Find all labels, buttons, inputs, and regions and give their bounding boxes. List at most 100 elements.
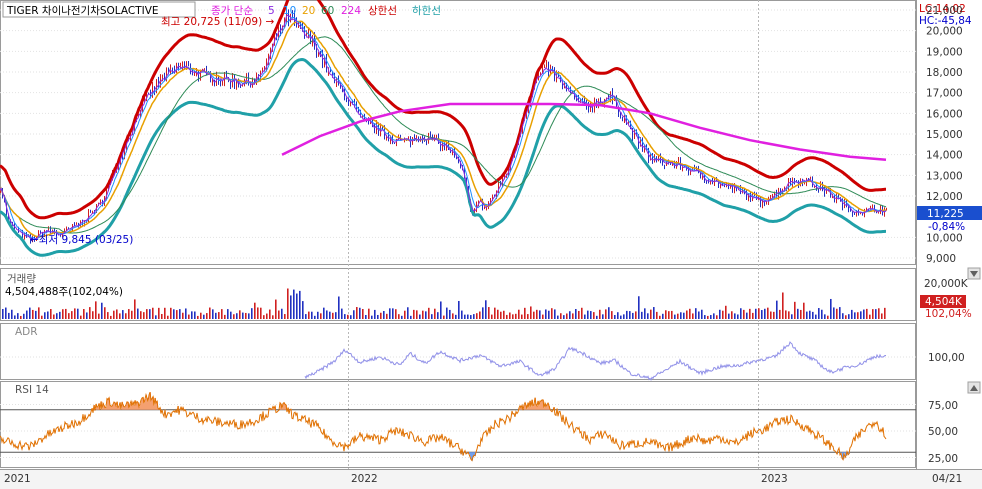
- volume-bar: [257, 307, 259, 319]
- volume-bar: [668, 311, 670, 319]
- volume-bar: [686, 310, 688, 319]
- volume-bar: [467, 314, 469, 319]
- volume-bar: [806, 311, 808, 319]
- price-tick-label: 15,000: [926, 129, 963, 141]
- volume-bar: [56, 313, 58, 319]
- volume-bar: [674, 314, 676, 319]
- volume-bar: [215, 312, 217, 319]
- volume-bar: [632, 312, 634, 319]
- volume-bar: [167, 315, 169, 319]
- volume-bar: [260, 307, 262, 319]
- volume-bar: [821, 309, 823, 319]
- volume-bar: [713, 313, 715, 319]
- price-tick-label: 14,000: [926, 150, 963, 162]
- volume-bar: [671, 310, 673, 319]
- volume-bar: [152, 307, 154, 319]
- stock-chart[interactable]: TIGER 차이나전기차SOLACTIVE 종가 단순 5 10 20 60 2…: [0, 0, 982, 489]
- volume-bar: [68, 313, 70, 319]
- volume-bar: [149, 309, 151, 319]
- volume-bar: [5, 307, 7, 319]
- volume-bar: [884, 307, 886, 319]
- volume-bar: [332, 312, 334, 319]
- volume-bar: [95, 301, 97, 319]
- volume-bar: [329, 311, 331, 319]
- volume-bar: [563, 315, 565, 319]
- lower-band-legend: 하한선: [412, 4, 441, 17]
- volume-bar: [779, 309, 781, 319]
- volume-bar: [782, 292, 784, 319]
- volume-bar: [212, 309, 214, 319]
- volume-bar: [731, 311, 733, 319]
- volume-bar: [728, 313, 730, 319]
- volume-bar: [104, 307, 106, 319]
- volume-bar: [542, 314, 544, 319]
- rsi-oversold-fill: [471, 452, 472, 460]
- volume-bar: [206, 313, 208, 319]
- volume-bar: [809, 310, 811, 319]
- volume-bar: [116, 309, 118, 319]
- x-axis-area: [0, 469, 982, 489]
- volume-bar: [107, 312, 109, 319]
- volume-bar: [491, 314, 493, 319]
- volume-bar: [164, 307, 166, 319]
- volume-bar: [299, 290, 301, 319]
- rsi-overbought-fill: [533, 405, 534, 410]
- volume-value-text: 4,504,488주(102,04%): [5, 286, 123, 298]
- current-price-value: 11,225: [927, 208, 964, 220]
- volume-bar: [650, 309, 652, 319]
- volume-bar: [509, 312, 511, 319]
- volume-bar: [611, 311, 613, 319]
- volume-bar: [407, 307, 409, 319]
- volume-bar: [827, 315, 829, 319]
- volume-bar: [380, 312, 382, 319]
- volume-bar: [371, 315, 373, 319]
- volume-bar: [158, 307, 160, 319]
- volume-bar: [521, 314, 523, 319]
- volume-bar: [629, 311, 631, 319]
- volume-current-pct: 102,04%: [925, 308, 972, 320]
- volume-bar: [665, 310, 667, 319]
- volume-bar: [74, 308, 76, 319]
- volume-bar: [692, 313, 694, 319]
- volume-bar: [578, 310, 580, 319]
- volume-bar: [854, 312, 856, 319]
- volume-bar: [128, 309, 130, 319]
- volume-bar: [245, 312, 247, 319]
- price-tick-label: 19,000: [926, 46, 963, 58]
- rsi-overbought-fill: [108, 399, 109, 410]
- volume-bar: [536, 309, 538, 319]
- volume-bar: [608, 307, 610, 319]
- price-tick-label: 18,000: [926, 67, 963, 79]
- volume-bar: [734, 313, 736, 319]
- volume-bar: [503, 310, 505, 319]
- volume-bar: [419, 314, 421, 319]
- volume-bar: [722, 310, 724, 319]
- rsi-overbought-fill: [141, 400, 142, 410]
- ma-legend-20: 20: [302, 5, 315, 17]
- rsi-title: RSI 14: [15, 384, 49, 396]
- volume-bar: [362, 308, 364, 319]
- volume-bar: [191, 311, 193, 319]
- volume-bar: [527, 314, 529, 319]
- volume-bar: [446, 307, 448, 319]
- volume-bar: [398, 314, 400, 319]
- volume-bar: [785, 310, 787, 319]
- volume-bar: [311, 311, 313, 319]
- volume-bar: [308, 311, 310, 319]
- volume-bar: [644, 308, 646, 319]
- volume-bar: [50, 309, 52, 319]
- volume-bar: [101, 302, 103, 319]
- volume-bar: [590, 311, 592, 319]
- volume-bar: [140, 311, 142, 319]
- rsi-ytick-75: 75,00: [928, 400, 958, 412]
- volume-bar: [800, 309, 802, 319]
- volume-bar: [404, 310, 406, 319]
- volume-bar: [812, 311, 814, 319]
- volume-bar: [710, 315, 712, 319]
- volume-bar: [869, 314, 871, 319]
- volume-bar: [146, 309, 148, 319]
- volume-bar: [326, 310, 328, 319]
- volume-bar: [71, 311, 73, 319]
- volume-bar: [341, 308, 343, 319]
- volume-bar: [410, 315, 412, 319]
